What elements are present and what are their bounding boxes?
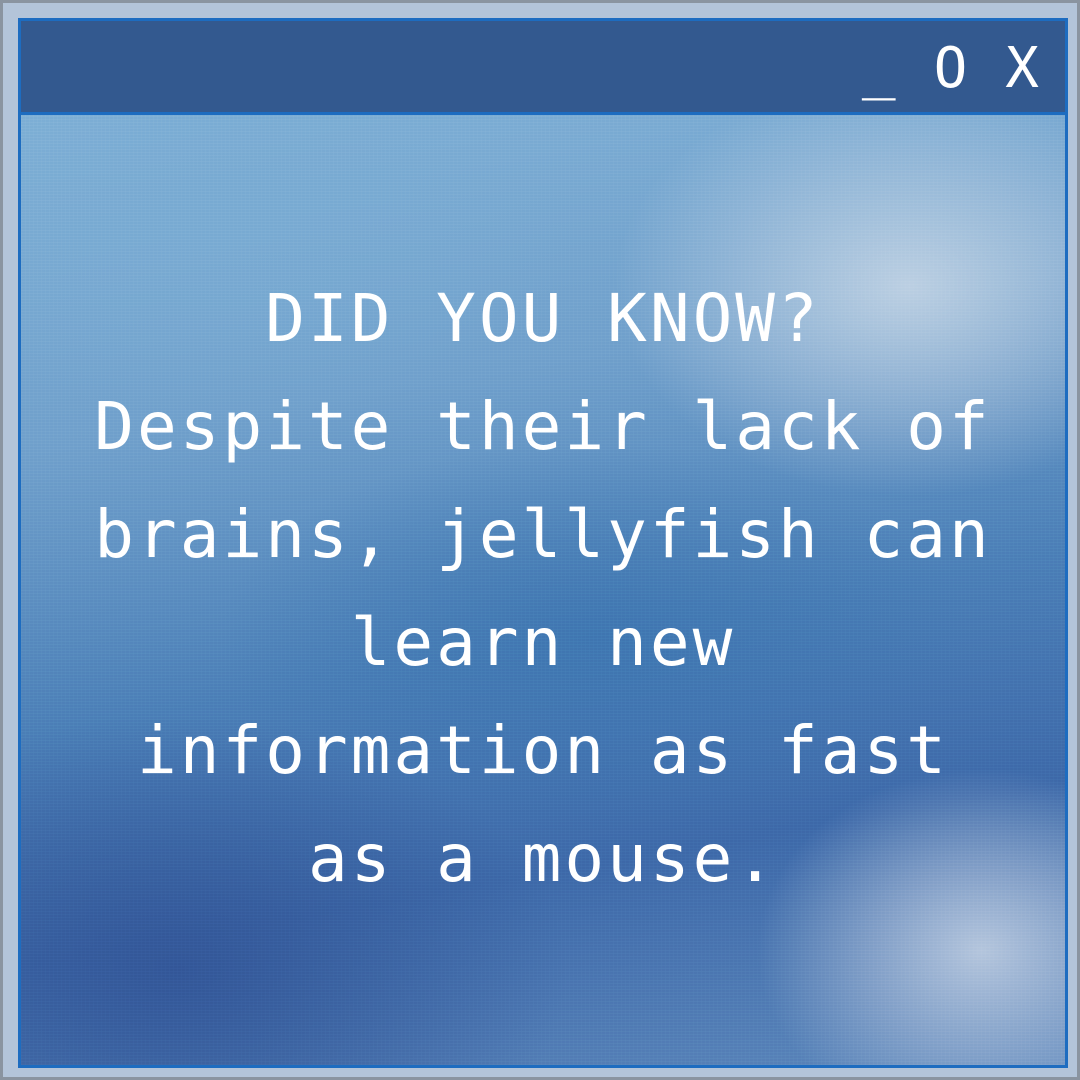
message-line: Despite their lack of — [94, 388, 992, 465]
window-controls: _ O X — [862, 39, 1041, 99]
message-line: learn new — [350, 604, 736, 681]
title-bar[interactable]: _ O X — [21, 21, 1065, 115]
maximize-button[interactable]: O — [934, 39, 970, 99]
message-heading: DID YOU KNOW? — [265, 280, 821, 357]
message-line: as a mouse. — [307, 820, 779, 897]
message-line: brains, jellyfish can — [94, 496, 992, 573]
minimize-button[interactable]: _ — [862, 39, 898, 99]
message-line: information as fast — [137, 712, 949, 789]
outer-frame: _ O X DID YOU KNOW? Despite their lack o… — [0, 0, 1080, 1080]
fact-message: DID YOU KNOW? Despite their lack of brai… — [61, 265, 1025, 913]
close-button[interactable]: X — [1005, 39, 1041, 99]
window-content: DID YOU KNOW? Despite their lack of brai… — [21, 115, 1065, 1065]
popup-window: _ O X DID YOU KNOW? Despite their lack o… — [18, 18, 1068, 1068]
